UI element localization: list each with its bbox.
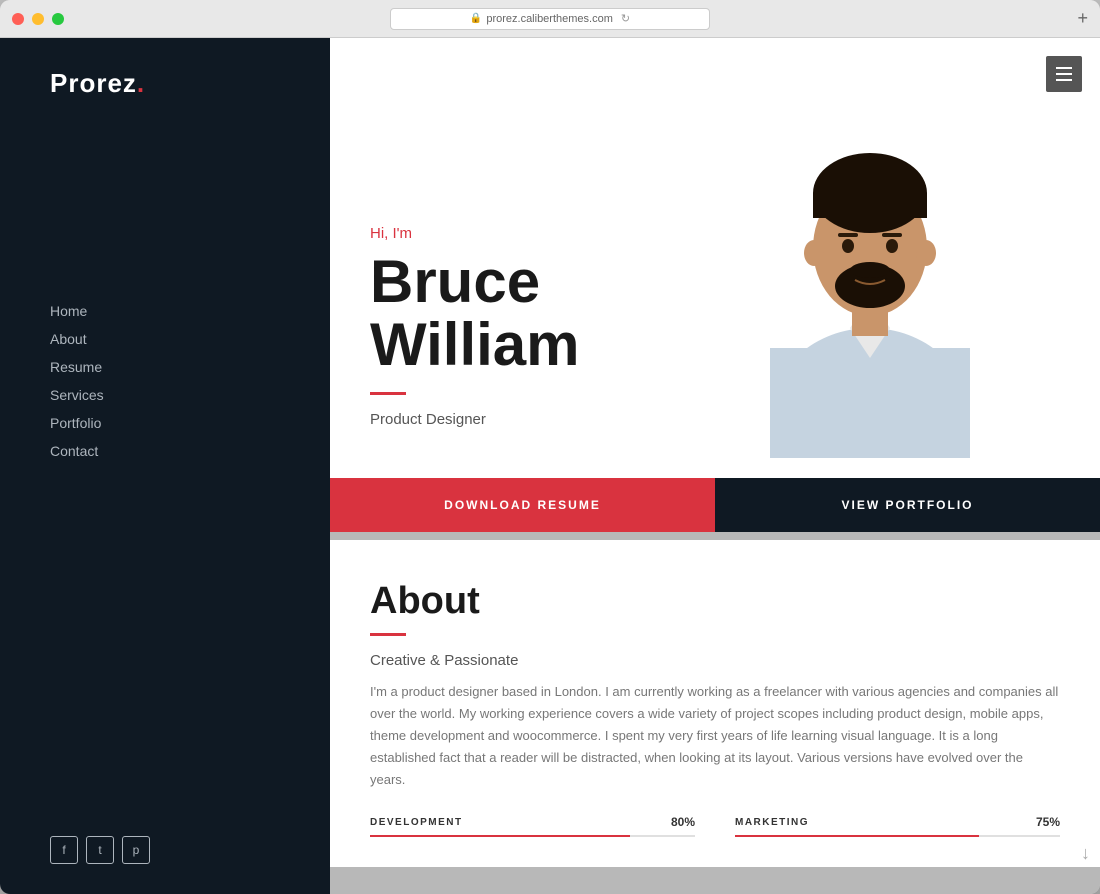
skill-marketing-label: MARKETING xyxy=(735,817,809,828)
hero-text: Hi, I'm Bruce William Product Designer xyxy=(330,185,1100,478)
hamburger-line xyxy=(1056,67,1072,69)
skill-development: DEVELOPMENT 80% xyxy=(370,815,695,837)
maximize-button[interactable] xyxy=(52,13,64,25)
nav-item-contact[interactable]: Contact xyxy=(50,439,330,463)
hamburger-menu-button[interactable] xyxy=(1046,56,1082,92)
hamburger-line xyxy=(1056,73,1072,75)
lock-icon: 🔒 xyxy=(470,13,482,24)
hero-job-title: Product Designer xyxy=(370,411,1060,428)
nav-item-about[interactable]: About xyxy=(50,327,330,351)
url-text: prorez.caliberthemes.com xyxy=(486,13,613,25)
logo-text: Prorez. xyxy=(50,68,145,98)
cta-buttons: DOWNLOAD RESUME VIEW PORTFOLIO xyxy=(330,478,1100,532)
skill-development-pct: 80% xyxy=(671,815,695,829)
main-content: Hi, I'm Bruce William Product Designer xyxy=(330,38,1100,894)
sidebar-navigation: Home About Resume Services Portfolio Con… xyxy=(0,299,330,463)
skills-row: DEVELOPMENT 80% MARKETING 75% xyxy=(370,815,1060,837)
refresh-icon[interactable]: ↻ xyxy=(621,12,630,25)
download-resume-button[interactable]: DOWNLOAD RESUME xyxy=(330,478,715,532)
skill-header: MARKETING 75% xyxy=(735,815,1060,829)
view-portfolio-button[interactable]: VIEW PORTFOLIO xyxy=(715,478,1100,532)
sidebar: Prorez. Home About Resume Services Portf… xyxy=(0,38,330,894)
site-logo: Prorez. xyxy=(0,68,330,99)
pinterest-icon[interactable]: p xyxy=(122,836,150,864)
hero-greeting: Hi, I'm xyxy=(370,225,1060,242)
hero-name: Bruce William xyxy=(370,250,1060,376)
mac-content: Prorez. Home About Resume Services Portf… xyxy=(0,38,1100,894)
skill-development-label: DEVELOPMENT xyxy=(370,817,463,828)
hamburger-line xyxy=(1056,79,1072,81)
nav-item-home[interactable]: Home xyxy=(50,299,330,323)
skill-marketing: MARKETING 75% xyxy=(735,815,1060,837)
nav-item-portfolio[interactable]: Portfolio xyxy=(50,411,330,435)
minimize-button[interactable] xyxy=(32,13,44,25)
about-body: I'm a product designer based in London. … xyxy=(370,681,1060,791)
mac-titlebar: 🔒 prorez.caliberthemes.com ↻ + xyxy=(0,0,1100,38)
nav-item-resume[interactable]: Resume xyxy=(50,355,330,379)
skill-marketing-pct: 75% xyxy=(1036,815,1060,829)
hero-section: Hi, I'm Bruce William Product Designer xyxy=(330,38,1100,478)
about-divider xyxy=(370,633,406,636)
twitter-icon[interactable]: t xyxy=(86,836,114,864)
about-title: About xyxy=(370,580,1060,623)
facebook-icon[interactable]: f xyxy=(50,836,78,864)
close-button[interactable] xyxy=(12,13,24,25)
hero-divider xyxy=(370,392,406,395)
new-tab-button[interactable]: + xyxy=(1077,8,1088,29)
mac-window: 🔒 prorez.caliberthemes.com ↻ + Prorez. H… xyxy=(0,0,1100,894)
url-bar[interactable]: 🔒 prorez.caliberthemes.com ↻ xyxy=(390,8,710,30)
skill-development-bar-bg xyxy=(370,835,695,837)
skill-marketing-bar-fill xyxy=(735,835,979,837)
hero-name-line2: William xyxy=(370,311,580,378)
skill-marketing-bar-bg xyxy=(735,835,1060,837)
about-section: About Creative & Passionate I'm a produc… xyxy=(330,540,1100,867)
skill-development-bar-fill xyxy=(370,835,630,837)
hero-name-line1: Bruce xyxy=(370,248,540,315)
skill-header: DEVELOPMENT 80% xyxy=(370,815,695,829)
nav-item-services[interactable]: Services xyxy=(50,383,330,407)
logo-dot: . xyxy=(137,68,145,98)
scroll-indicator: ↓ xyxy=(1081,843,1090,864)
about-subtitle: Creative & Passionate xyxy=(370,652,1060,669)
social-links: f t p xyxy=(50,836,150,864)
